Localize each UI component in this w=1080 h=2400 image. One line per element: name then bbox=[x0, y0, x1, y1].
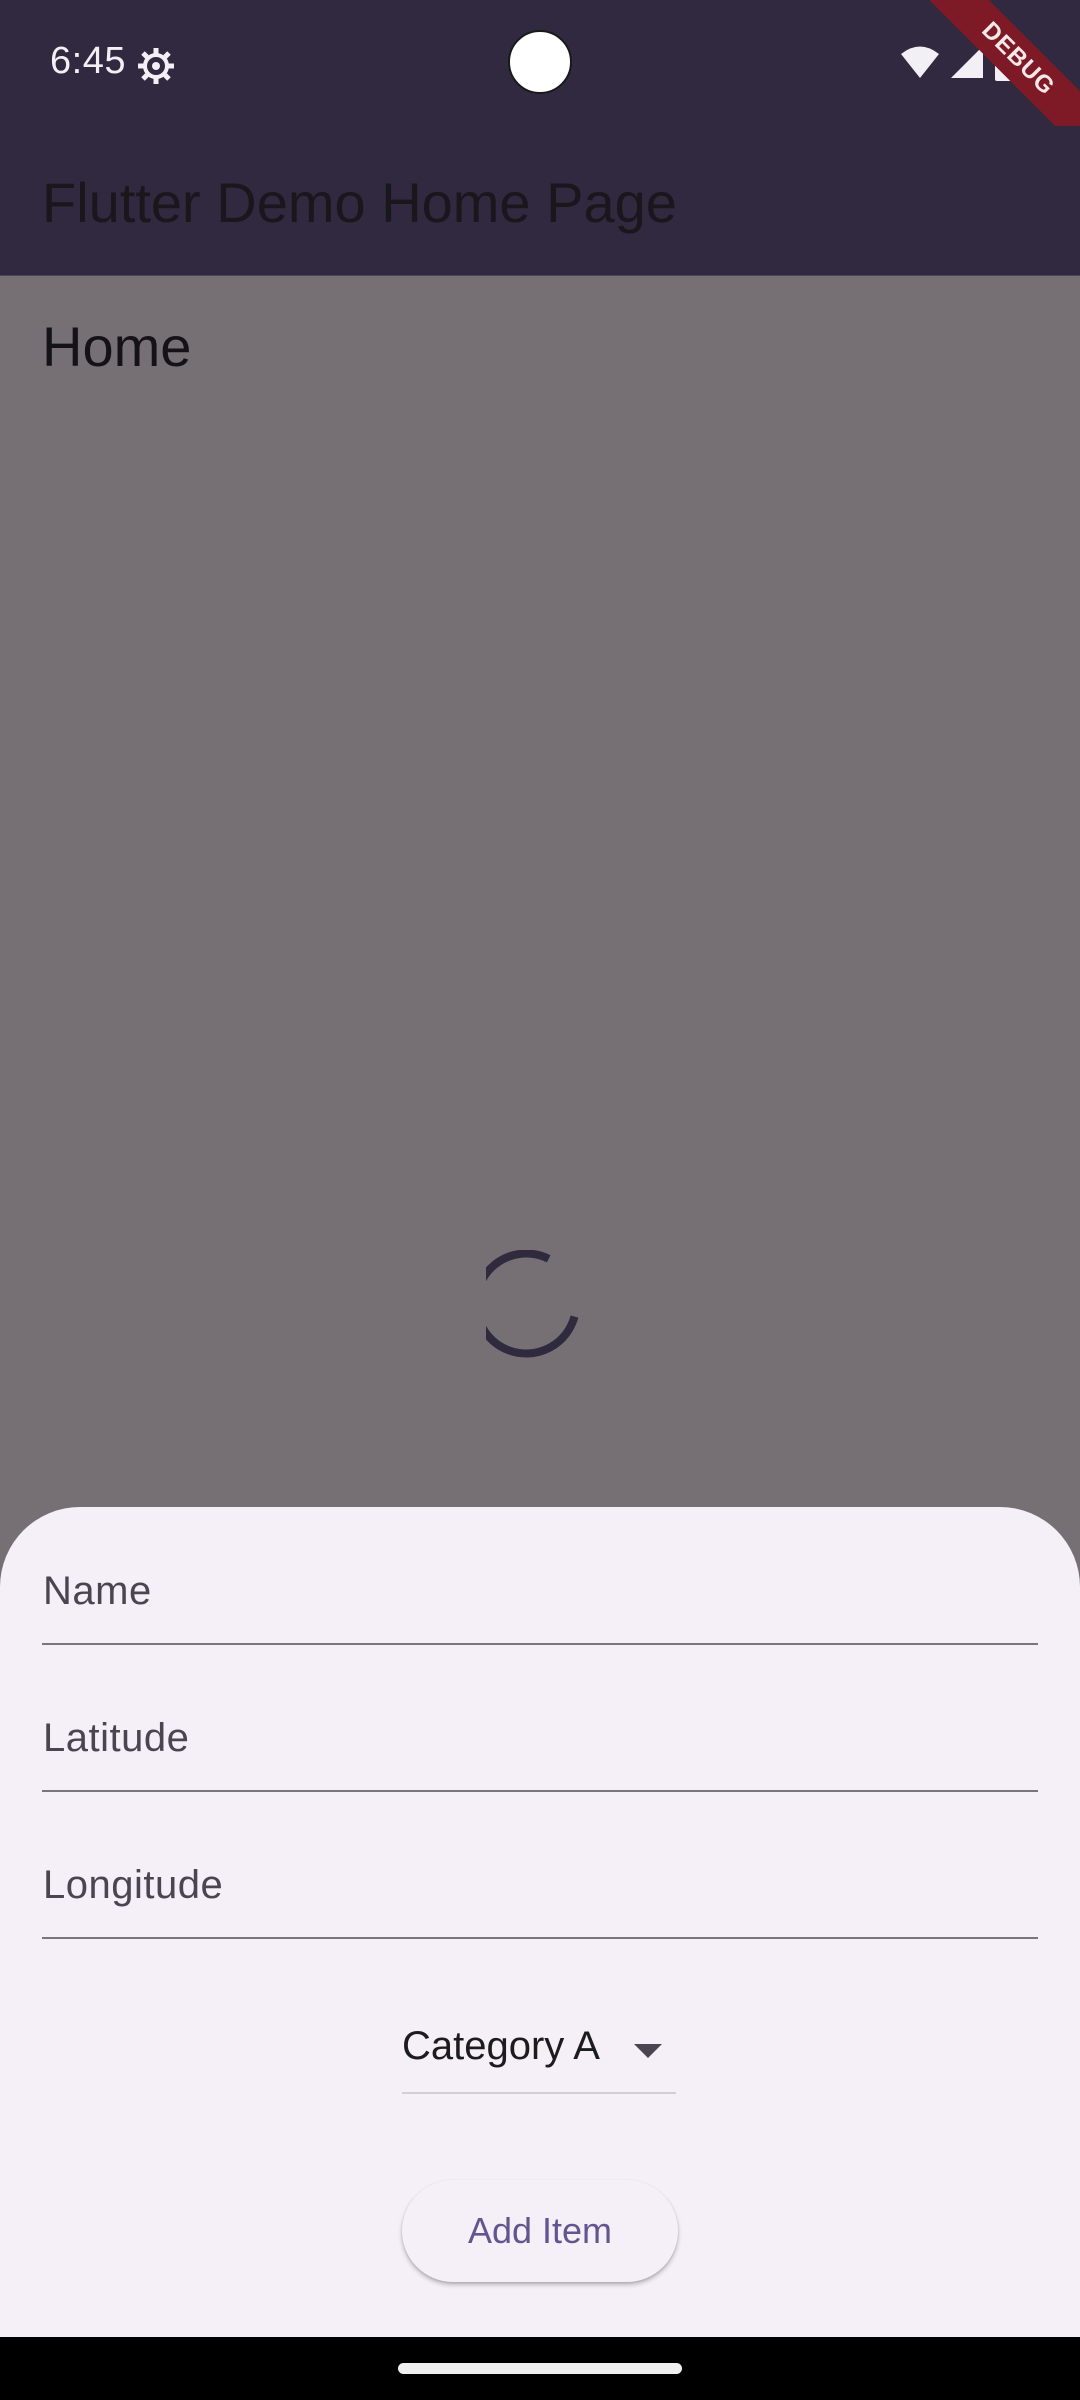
add-item-button[interactable]: Add Item bbox=[402, 2180, 678, 2282]
longitude-field-placeholder: Longitude bbox=[43, 1863, 224, 1907]
dropdown-arrow-icon bbox=[634, 2044, 662, 2058]
latitude-field-placeholder: Latitude bbox=[43, 1716, 190, 1760]
app-bar-title: Flutter Demo Home Page bbox=[42, 171, 677, 234]
gear-icon bbox=[138, 48, 174, 84]
longitude-field[interactable]: Longitude bbox=[42, 1847, 1038, 1939]
category-dropdown[interactable]: Category A bbox=[402, 2020, 676, 2094]
page-heading: Home bbox=[42, 315, 192, 378]
name-field[interactable]: Name bbox=[42, 1553, 1038, 1645]
latitude-field[interactable]: Latitude bbox=[42, 1700, 1038, 1792]
camera-cutout bbox=[508, 30, 572, 94]
home-indicator[interactable] bbox=[398, 2363, 682, 2374]
name-field-placeholder: Name bbox=[43, 1569, 152, 1613]
status-bar: 6:45 bbox=[0, 0, 1080, 126]
status-time: 6:45 bbox=[50, 40, 126, 82]
loading-spinner bbox=[486, 1250, 579, 1358]
category-dropdown-value: Category A bbox=[402, 2024, 600, 2068]
